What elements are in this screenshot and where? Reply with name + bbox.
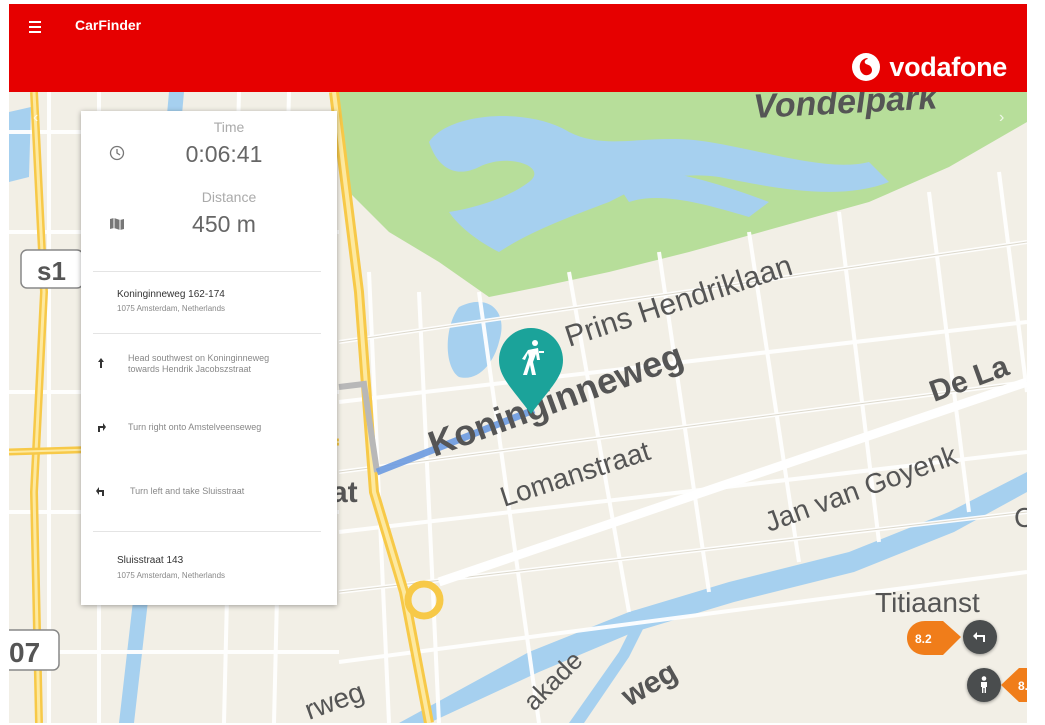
hamburger-menu-icon[interactable]	[29, 18, 53, 38]
svg-text:s1: s1	[37, 256, 66, 286]
origin-address-line2: 1075 Amsterdam, Netherlands	[117, 304, 226, 313]
svg-text:8.2: 8.2	[915, 632, 932, 646]
time-label: Time	[213, 119, 245, 135]
destination-address-line2: 1075 Amsterdam, Netherlands	[117, 571, 226, 580]
directions-button[interactable]	[963, 620, 997, 654]
walk-mode-button[interactable]	[967, 668, 1001, 702]
origin-address-line1: Koninginneweg 162-174	[117, 289, 225, 300]
divider	[93, 333, 321, 334]
brand-name: vodafone	[889, 51, 1007, 82]
directions-icon	[973, 632, 985, 642]
highway-shield-07: 07	[9, 629, 60, 671]
turn-right-icon	[98, 423, 106, 432]
left-canal	[9, 107, 31, 182]
step-text: Turn left and take Sluisstraat	[130, 486, 245, 496]
app-title: CarFinder	[75, 17, 142, 33]
label-titiaan: Titiaanst	[875, 587, 980, 618]
vodafone-brand: vodafone	[851, 51, 1007, 83]
arrow-up-icon	[98, 358, 104, 368]
vodafone-logo-icon	[852, 53, 881, 81]
callout-directions: 8.2	[907, 621, 961, 655]
highway-shield-s1: s1	[20, 249, 84, 289]
map-next-chevron-icon[interactable]: ›	[999, 109, 1004, 127]
destination-address-line1: Sluisstraat 143	[117, 555, 184, 566]
map-prev-chevron-icon[interactable]: ‹	[33, 109, 38, 127]
step-text: Turn right onto Amstelveenseweg	[128, 422, 262, 432]
time-value: 0:06:41	[185, 141, 263, 167]
turn-left-icon	[96, 487, 104, 496]
person-icon	[981, 676, 987, 693]
svg-text:8.1: 8.1	[1018, 679, 1027, 693]
distance-value: 450 m	[192, 211, 256, 237]
divider	[93, 531, 321, 532]
carfinder-app: CarFinder vodafone Vondelpark Prins Hend…	[9, 4, 1027, 723]
app-header: CarFinder vodafone	[9, 4, 1027, 92]
step-text: Head southwest on Koninginneweg towards …	[128, 353, 270, 374]
divider	[93, 271, 321, 272]
distance-label: Distance	[201, 189, 257, 205]
svg-text:07: 07	[9, 637, 40, 668]
label-c: C	[1014, 502, 1027, 533]
callout-walk: 8.1	[1001, 668, 1027, 702]
route-info-panel: Time 0:06:41 Distance 450 m Koninginnewe…	[81, 111, 337, 605]
